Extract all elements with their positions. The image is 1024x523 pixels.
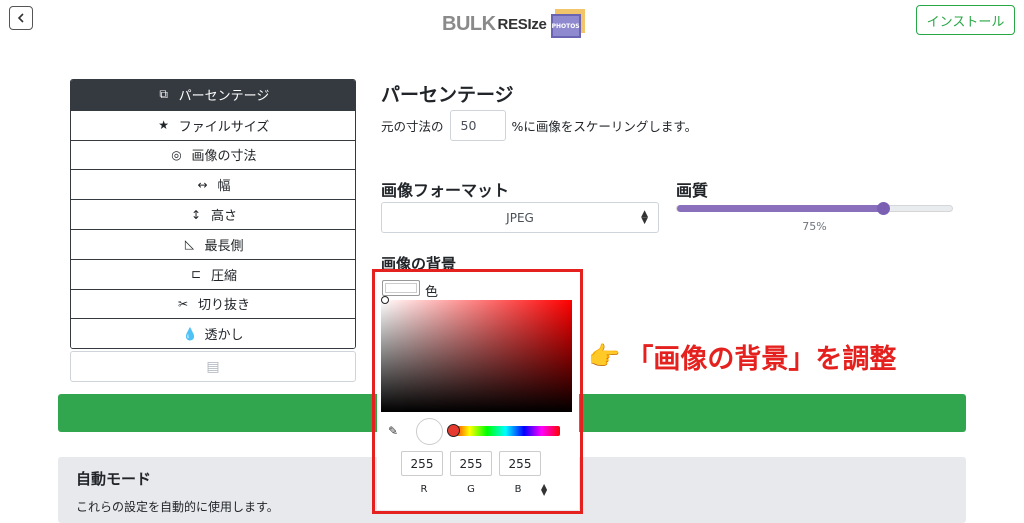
target-icon: ◎	[171, 147, 182, 162]
sidebar-item[interactable]: ⧉ パーセンテージ	[71, 80, 355, 110]
crop-icon: ⧉	[159, 87, 168, 102]
percentage-title: パーセンテージ	[381, 84, 514, 106]
annotation-text: 「画像の背景」を調整	[626, 344, 897, 375]
logo-word-bulk: BULK	[442, 12, 496, 35]
sidebar-item-label: 透かし	[204, 328, 244, 344]
annotation-highlight-box	[372, 269, 583, 514]
logo-word-resize: RESIze	[497, 15, 547, 33]
annotation-callout: 👉 「画像の背景」を調整	[588, 337, 896, 376]
quality-slider[interactable]	[676, 202, 953, 215]
percentage-input[interactable]: 50	[449, 110, 506, 141]
droplet-icon: 💧	[182, 326, 198, 341]
quality-value: 75%	[802, 220, 827, 233]
sidebar-item[interactable]: 💧 透かし	[71, 318, 355, 349]
back-button[interactable]	[9, 6, 33, 30]
sidebar-item[interactable]: ★ ファイルサイズ	[71, 109, 355, 140]
percentage-row: 元の寸法の 50 %に画像をスケーリングします。	[381, 110, 697, 141]
sidebar-item-label: ファイルサイズ	[178, 119, 270, 135]
horizontal-arrows-icon: ↔	[197, 177, 208, 192]
logo-badge: PHOTOS	[550, 14, 581, 38]
sidebar-item-label: 圧縮	[210, 268, 237, 284]
install-button[interactable]: インストール	[916, 5, 1015, 35]
more-options-button[interactable]: ▤	[70, 351, 356, 382]
sidebar-item-label: パーセンテージ	[178, 89, 270, 105]
compress-icon: ⊏	[190, 267, 202, 282]
quality-slider-fill	[677, 205, 884, 212]
quality-slider-thumb[interactable]	[877, 202, 891, 215]
sidebar-item-label: 幅	[217, 179, 231, 195]
sidebar-item-label: 切り抜き	[197, 298, 250, 314]
vertical-arrows-icon: ↕	[190, 207, 202, 222]
format-select[interactable]: JPEG ▲ ▼	[381, 202, 659, 233]
sidebar-item[interactable]: ↔ 幅	[71, 169, 355, 200]
sidebar-item-label: 最長側	[204, 238, 244, 254]
sidebar-item[interactable]: ⊏ 圧縮	[71, 258, 355, 289]
sidebar-item[interactable]: ◎ 画像の寸法	[71, 139, 355, 170]
format-selected-value: JPEG	[506, 210, 534, 225]
star-icon: ★	[158, 118, 170, 133]
sidebar-menu: ⧉ パーセンテージ ★ ファイルサイズ ◎ 画像の寸法 ↔ 幅 ↕ 高さ ◺ 最長側 ⊏ 圧縮 ✂ 切り抜き 💧…	[70, 79, 356, 350]
sidebar-item[interactable]: ◺ 最長側	[71, 228, 355, 259]
sidebar-item-label: 画像の寸法	[191, 149, 257, 165]
sidebar-item-label: 高さ	[210, 209, 237, 225]
logo-photos-icon: PHOTOS	[550, 9, 587, 39]
sidebar-item[interactable]: ↕ 高さ	[71, 199, 355, 229]
pointing-hand-icon: 👉	[588, 341, 621, 372]
percentage-suffix: %に画像をスケーリングします。	[511, 119, 698, 134]
select-caret-icon: ▲ ▼	[641, 209, 648, 226]
format-title: 画像フォーマット	[381, 181, 510, 200]
scissors-icon: ✂	[177, 296, 189, 311]
app-logo: BULK RESIze PHOTOS	[442, 8, 587, 40]
sidebar-item[interactable]: ✂ 切り抜き	[71, 288, 355, 319]
triangle-ruler-icon: ◺	[184, 237, 195, 252]
percentage-prefix: 元の寸法の	[381, 119, 444, 134]
quality-title: 画質	[676, 181, 709, 200]
chevron-left-icon	[17, 13, 24, 23]
list-icon: ▤	[206, 358, 220, 375]
